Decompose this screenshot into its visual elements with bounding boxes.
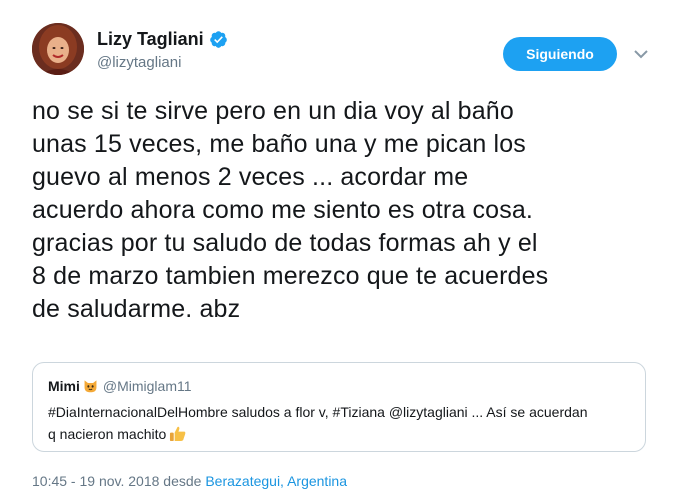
tweet-line: gracias por tu saludo de todas formas ah… [32,229,538,257]
thumbs-up-emoji-icon [170,426,186,442]
quoted-line-2: q nacieron machito [48,423,638,445]
quoted-tweet-card[interactable]: Mimi @Mimiglam11 #DiaInternacionalDelHom… [32,362,646,452]
cat-face-emoji-icon [84,380,97,393]
tweet-line: no se si te sirve pero en un dia voy al … [32,97,514,125]
avatar[interactable] [32,23,84,75]
quoted-tweet-text: #DiaInternacionalDelHombre saludos a flo… [48,401,638,445]
display-name[interactable]: Lizy Tagliani [97,29,204,50]
user-names: Lizy Tagliani @lizytagliani [97,27,228,71]
following-button[interactable]: Siguiendo [503,37,617,71]
quoted-line: #DiaInternacionalDelHombre saludos a flo… [48,404,588,420]
tweet-header: Lizy Tagliani @lizytagliani Siguiendo [32,23,650,81]
quoted-handle: @Mimiglam11 [102,377,192,394]
tweet-text: no se si te sirve pero en un dia voy al … [32,95,672,326]
quoted-tweet-header: Mimi @Mimiglam11 [48,377,192,394]
tweet-meta: 10:45 - 19 nov. 2018 desde Berazategui, … [32,473,347,489]
tweet-line: de saludarme. abz [32,295,241,323]
quoted-line-text: q nacieron machito [48,426,167,442]
tweet-line: acuerdo ahora como me siento es otra cos… [32,196,534,224]
tweet-line: unas 15 veces, me baño una y me pican lo… [32,130,526,158]
quoted-display-name: Mimi [48,377,80,394]
display-name-row: Lizy Tagliani [97,27,228,51]
user-handle[interactable]: @lizytagliani [97,54,228,71]
timestamp[interactable]: 10:45 - 19 nov. 2018 [32,473,159,489]
tweet-line: guevo al menos 2 veces ... acordar me [32,163,469,191]
from-label: desde [163,473,202,489]
chevron-down-icon[interactable] [632,45,650,63]
location-link[interactable]: Berazategui, Argentina [205,473,347,489]
verified-badge-icon [209,30,227,48]
tweet-line: 8 de marzo tambien merezco que te acuerd… [32,262,549,290]
